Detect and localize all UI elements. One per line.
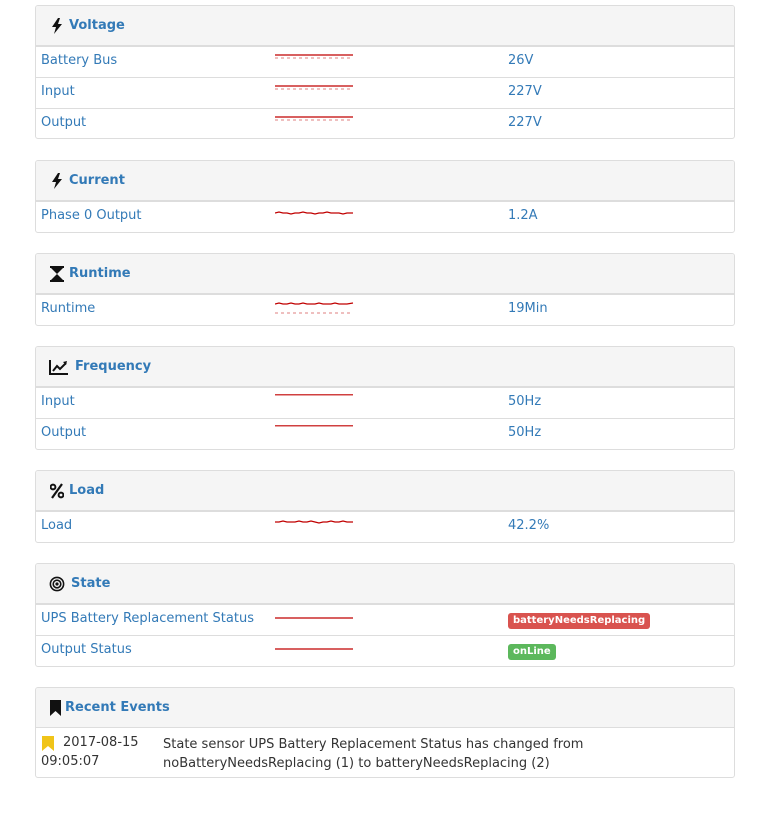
sparkline-graph[interactable] — [275, 53, 355, 67]
bullseye-icon — [49, 575, 65, 593]
runtime-panel-heading: Runtime — [36, 254, 734, 294]
event-message-line: noBatteryNeedsReplacing (1) to batteryNe… — [163, 756, 550, 771]
sparkline-graph[interactable] — [275, 115, 355, 129]
sensor-row[interactable]: Output 50Hz — [36, 418, 734, 449]
sparkline-graph[interactable] — [275, 301, 355, 315]
event-message: State sensor UPS Battery Replacement Sta… — [163, 735, 583, 773]
sparkline-graph[interactable] — [275, 425, 355, 439]
sensor-row[interactable]: Load 42.2% — [36, 511, 734, 542]
frequency-title[interactable]: Frequency — [75, 359, 151, 374]
bookmark-icon — [49, 699, 61, 717]
event-entry: 2017-08-15 09:05:07 State sensor UPS Bat… — [36, 728, 734, 776]
sensor-row[interactable]: Phase 0 Output 1.2A — [36, 201, 734, 232]
sparkline-graph[interactable] — [275, 518, 355, 532]
frequency-panel: Frequency Input 50Hz Output 50Hz — [35, 346, 735, 450]
sparkline-graph[interactable] — [275, 394, 355, 408]
sensor-label[interactable]: Input — [41, 394, 75, 409]
percent-icon — [49, 482, 65, 500]
sensor-row[interactable]: Output Status onLine — [36, 635, 734, 666]
sensor-row[interactable]: Output 227V — [36, 108, 734, 138]
bookmark-flag-icon — [42, 736, 54, 755]
status-badge[interactable]: batteryNeedsReplacing — [508, 612, 651, 629]
sensor-value[interactable]: 1.2A — [508, 208, 538, 223]
sensor-label[interactable]: Output — [41, 115, 86, 130]
sensor-label[interactable]: Load — [41, 518, 72, 533]
state-panel-heading: State — [36, 564, 734, 604]
sensor-label[interactable]: Runtime — [41, 301, 95, 316]
current-panel-heading: Current — [36, 161, 734, 201]
frequency-panel-heading: Frequency — [36, 347, 734, 387]
voltage-panel: Voltage Battery Bus 26V Input 227V Outpu… — [35, 5, 735, 139]
current-title[interactable]: Current — [69, 173, 125, 188]
event-time: 09:05:07 — [41, 754, 100, 769]
sparkline-graph[interactable] — [275, 208, 355, 222]
load-title[interactable]: Load — [69, 483, 104, 498]
sensor-label[interactable]: UPS Battery Replacement Status — [41, 611, 254, 626]
event-date: 2017-08-15 — [63, 735, 139, 750]
state-title[interactable]: State — [71, 576, 110, 591]
event-message-line: State sensor UPS Battery Replacement Sta… — [163, 737, 584, 752]
sensor-value[interactable]: 42.2% — [508, 518, 549, 533]
status-badge-label[interactable]: batteryNeedsReplacing — [508, 613, 651, 629]
sensor-row[interactable]: Runtime 19Min — [36, 294, 734, 325]
sensor-row[interactable]: UPS Battery Replacement Status batteryNe… — [36, 604, 734, 635]
hourglass-icon — [49, 265, 65, 283]
sensor-label[interactable]: Battery Bus — [41, 53, 117, 68]
recent-events-panel: Recent Events 2017-08-15 09:05:07 State … — [35, 687, 735, 778]
load-panel-heading: Load — [36, 471, 734, 511]
sparkline-graph[interactable] — [275, 611, 355, 625]
sensor-value[interactable]: 50Hz — [508, 425, 541, 440]
sparkline-graph[interactable] — [275, 84, 355, 98]
sensor-value[interactable]: 227V — [508, 84, 542, 99]
runtime-panel: Runtime Runtime 19Min — [35, 253, 735, 326]
status-badge[interactable]: onLine — [508, 643, 556, 660]
runtime-title[interactable]: Runtime — [69, 266, 131, 281]
current-panel: Current Phase 0 Output 1.2A — [35, 160, 735, 233]
sensor-label[interactable]: Output — [41, 425, 86, 440]
sensor-row[interactable]: Input 227V — [36, 77, 734, 108]
voltage-panel-heading: Voltage — [36, 6, 734, 46]
sensor-label[interactable]: Phase 0 Output — [41, 208, 142, 223]
lightning-bolt-icon — [49, 17, 65, 35]
sensor-label[interactable]: Input — [41, 84, 75, 99]
line-chart-icon — [49, 358, 69, 376]
load-panel: Load Load 42.2% — [35, 470, 735, 543]
sensor-value[interactable]: 227V — [508, 115, 542, 130]
sensor-label[interactable]: Output Status — [41, 642, 132, 657]
lightning-bolt-icon — [49, 172, 65, 190]
sensor-row[interactable]: Input 50Hz — [36, 387, 734, 418]
sensor-value[interactable]: 19Min — [508, 301, 548, 316]
sensor-value[interactable]: 26V — [508, 53, 533, 68]
sensor-row[interactable]: Battery Bus 26V — [36, 46, 734, 77]
state-panel: State UPS Battery Replacement Status bat… — [35, 563, 735, 667]
status-badge-label[interactable]: onLine — [508, 644, 556, 660]
sensor-value[interactable]: 50Hz — [508, 394, 541, 409]
recent-events-panel-heading: Recent Events — [36, 688, 734, 728]
voltage-title[interactable]: Voltage — [69, 18, 125, 33]
sparkline-graph[interactable] — [275, 642, 355, 656]
sensor-dashboard: Voltage Battery Bus 26V Input 227V Outpu… — [0, 0, 771, 813]
recent-events-title[interactable]: Recent Events — [65, 700, 170, 715]
